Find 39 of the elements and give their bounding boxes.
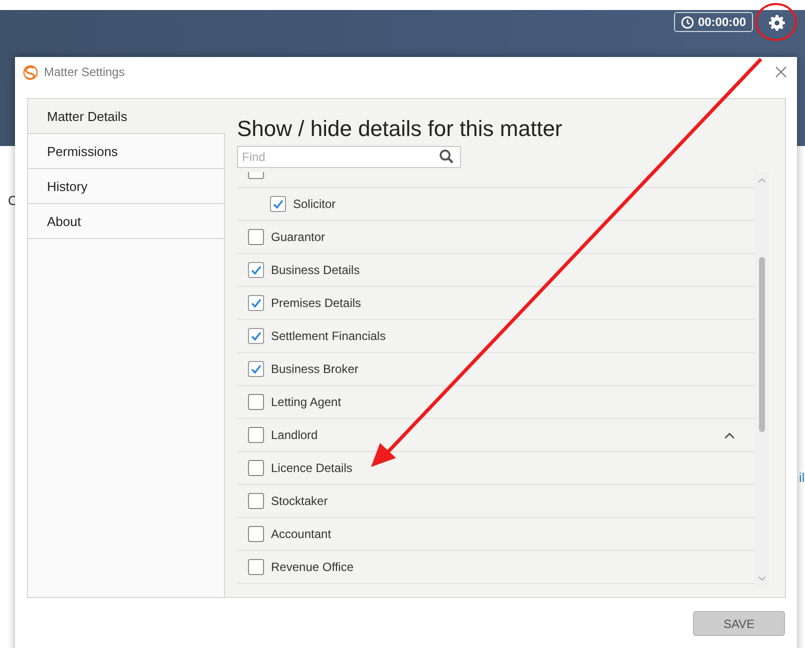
checkbox[interactable] (248, 559, 264, 575)
item-label: Stocktaker (271, 494, 328, 508)
clock-icon (680, 16, 694, 28)
checkbox[interactable] (248, 526, 264, 542)
chevron-icon[interactable] (724, 432, 735, 438)
checkbox[interactable] (270, 196, 286, 212)
window-title: Matter Settings (44, 65, 125, 79)
item-label: Accountant (271, 527, 332, 541)
item-label: Licence Details (271, 461, 352, 475)
item-label: Settlement Financials (271, 329, 386, 343)
checkbox[interactable] (248, 328, 264, 344)
item-label: Letting Agent (271, 395, 342, 409)
logo-icon (23, 64, 38, 80)
item-label: Guarantor (271, 230, 326, 244)
scroll-up-icon[interactable] (758, 178, 766, 183)
item-label: Business Details (271, 263, 360, 277)
item-label: Landlord (271, 428, 318, 442)
close-icon[interactable] (775, 66, 787, 78)
timer-button[interactable]: 00:00:00 (674, 12, 753, 32)
settings-icon[interactable] (769, 15, 785, 31)
item-label: Revenue Office (271, 560, 354, 574)
checkbox[interactable] (248, 460, 264, 476)
item-label: Business Broker (271, 362, 358, 376)
checkbox[interactable] (248, 229, 264, 245)
scroll-down-icon[interactable] (758, 576, 766, 581)
search-field[interactable]: Find (237, 146, 461, 168)
checkbox[interactable] (248, 394, 264, 410)
checkbox[interactable] (248, 295, 264, 311)
checkbox[interactable] (248, 361, 264, 377)
checkbox[interactable] (248, 427, 264, 443)
section-heading: Show / hide details for this matter (237, 115, 564, 143)
search-icon (439, 149, 454, 164)
checkbox[interactable] (248, 262, 264, 278)
annotation-circle (755, 3, 797, 41)
item-label: Solicitor (293, 197, 336, 211)
background-link[interactable]: il (799, 470, 805, 485)
item-label: Premises Details (271, 296, 362, 310)
sidebar-item[interactable]: Matter Details (28, 99, 225, 134)
checkbox[interactable] (248, 493, 264, 509)
